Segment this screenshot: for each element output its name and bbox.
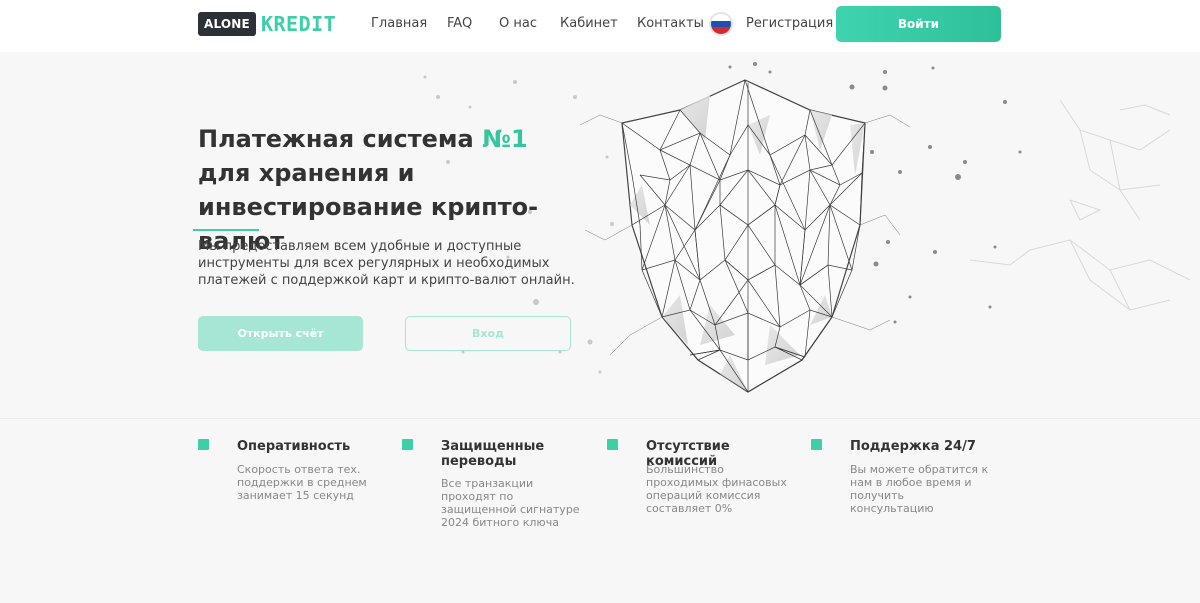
network-lines-decoration — [970, 99, 1191, 311]
nav-home[interactable]: Главная — [371, 16, 427, 31]
feature-description: Все транзакции проходят по защищенной си… — [441, 477, 580, 529]
feature-description: Большинство проходимых финасовых операци… — [646, 463, 787, 515]
logo-kredit: KREDIT — [260, 12, 337, 36]
feature-description: Скорость ответа тех. поддержки в среднем… — [237, 463, 367, 502]
logo[interactable]: ALONE KREDIT — [198, 12, 336, 36]
feature-title: Поддержка 24/7 — [850, 439, 976, 454]
feature-description: Вы можете обратится к нам в любое время … — [850, 463, 989, 515]
feature-title: Защищенные переводы — [441, 439, 545, 469]
feature-square-icon — [198, 439, 209, 450]
feature-title: Оперативность — [237, 439, 351, 454]
nav-cabinet[interactable]: Кабинет — [560, 16, 618, 31]
feature-square-icon — [607, 439, 618, 450]
russia-flag-icon[interactable] — [709, 12, 733, 36]
shield-wireframe-illustration — [579, 79, 911, 393]
nav-contacts[interactable]: Контакты — [637, 16, 704, 31]
nav-register[interactable]: Регистрация — [746, 16, 833, 31]
section-divider — [0, 418, 1200, 419]
logo-alone: ALONE — [198, 12, 256, 36]
nav-about[interactable]: О нас — [499, 16, 537, 31]
nav-faq[interactable]: FAQ — [447, 16, 472, 31]
header: ALONE KREDIT Главная FAQ О нас Кабинет К… — [0, 0, 1200, 52]
feature-square-icon — [811, 439, 822, 450]
login-button[interactable]: Войти — [836, 6, 1001, 42]
feature-square-icon — [402, 439, 413, 450]
